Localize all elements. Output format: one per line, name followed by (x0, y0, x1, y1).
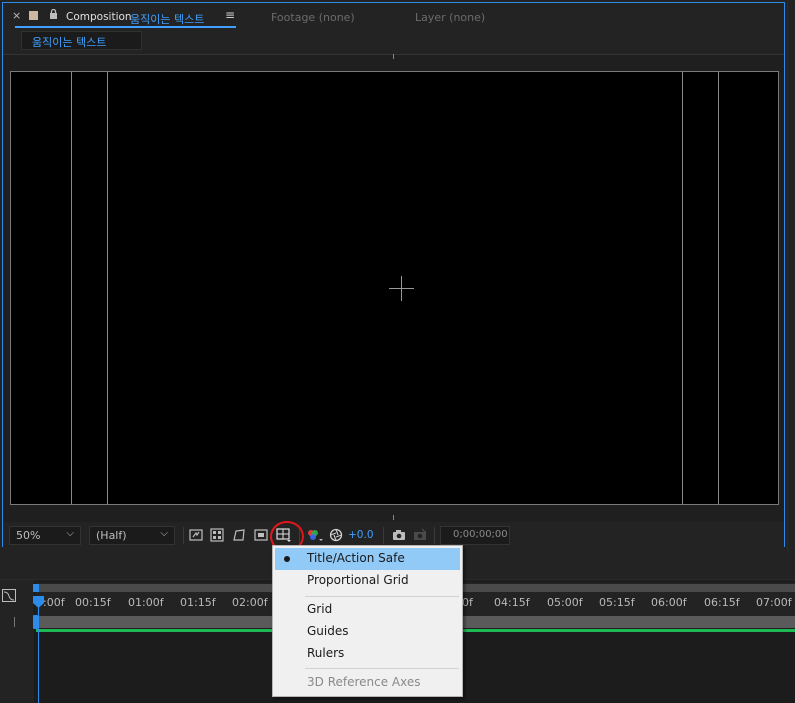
menu-item-3d-reference-axes: 3D Reference Axes (275, 672, 460, 694)
center-mark-top (393, 54, 394, 59)
time-tick-label: 06:15f (704, 596, 740, 609)
magnification-value: 50% (16, 529, 41, 542)
selected-bullet-icon (284, 556, 290, 562)
magnification-dropdown[interactable]: 50% ⌵ (9, 526, 81, 545)
menu-separator (305, 596, 459, 597)
time-tick-label: 01:00f (128, 596, 164, 609)
current-time-display[interactable]: 0;00;00;00 (440, 526, 510, 545)
toolbar-divider (183, 527, 184, 544)
close-tab-icon[interactable]: × (12, 9, 21, 22)
chevron-down-icon: ⌵ (66, 528, 74, 539)
time-tick-label: 06:00f (651, 596, 687, 609)
timeline-left-marker (14, 617, 15, 627)
menu-item-title-action-safe[interactable]: Title/Action Safe (275, 548, 460, 570)
tab-layer[interactable]: Layer (none) (415, 11, 485, 24)
menu-item-label: Proportional Grid (307, 573, 409, 587)
title-safe-line-right-inner (682, 72, 683, 504)
time-tick-label: 05:15f (599, 596, 635, 609)
menu-item-guides[interactable]: Guides (275, 621, 460, 643)
snapshot-icon[interactable] (392, 528, 406, 542)
playhead-handle[interactable] (33, 596, 44, 608)
tab-footage[interactable]: Footage (none) (271, 11, 355, 24)
toolbar-divider (383, 527, 384, 544)
time-tick-label: 02:00f (232, 596, 268, 609)
breadcrumb-label: 움직이는 텍스트 (32, 36, 107, 49)
composition-panel: × Composition 움직이는 텍스트 ≡ Footage (none) … (2, 2, 785, 547)
menu-item-label: Title/Action Safe (307, 551, 405, 565)
menu-item-label: 3D Reference Axes (307, 675, 421, 689)
time-tick-label: 00:15f (75, 596, 111, 609)
graph-editor-icon[interactable] (2, 589, 16, 602)
transparency-grid-icon[interactable] (210, 528, 224, 542)
show-snapshot-icon[interactable] (413, 528, 427, 542)
time-tick-label: 04:15f (494, 596, 530, 609)
menu-separator (305, 668, 459, 669)
panel-tab-bar: × Composition 움직이는 텍스트 ≡ Footage (none) … (3, 3, 784, 31)
current-time-value: 0;00;00;00 (453, 529, 508, 540)
composition-tab-name[interactable]: 움직이는 텍스트 (130, 11, 204, 27)
region-of-interest-icon[interactable] (254, 528, 268, 542)
work-area-start-marker[interactable] (33, 584, 39, 592)
always-preview-icon[interactable] (189, 528, 203, 542)
time-tick-label: 05:00f (547, 596, 583, 609)
comp-breadcrumb[interactable]: 움직이는 텍스트 (21, 31, 142, 50)
center-crosshair-vertical (401, 276, 402, 301)
center-mark-bottom (393, 515, 394, 520)
reset-exposure-icon[interactable] (329, 528, 343, 542)
menu-item-grid[interactable]: Grid (275, 599, 460, 621)
panel-menu-icon[interactable]: ≡ (225, 8, 235, 22)
time-tick-label: 07:00f (756, 596, 792, 609)
resolution-dropdown[interactable]: (Half) ⌵ (89, 526, 175, 545)
toolbar-divider (434, 527, 435, 544)
title-safe-line-right-outer (718, 72, 719, 504)
title-safe-line-left-outer (71, 72, 72, 504)
adjacent-panel-edge (787, 0, 795, 552)
color-channels-icon[interactable] (306, 528, 324, 542)
exposure-value[interactable]: +0.0 (348, 529, 374, 541)
time-tick-label: 0f (462, 596, 473, 609)
composition-tab-label[interactable]: Composition (66, 11, 132, 23)
time-tick-label: 01:15f (180, 596, 216, 609)
chevron-down-icon: ⌵ (160, 528, 168, 539)
menu-item-rulers[interactable]: Rulers (275, 643, 460, 665)
title-safe-line-left-inner (107, 72, 108, 504)
menu-item-label: Guides (307, 624, 349, 638)
playhead-line (38, 600, 39, 703)
mask-path-icon[interactable] (232, 528, 246, 542)
menu-item-label: Grid (307, 602, 333, 616)
menu-item-label: Rulers (307, 646, 345, 660)
lock-icon[interactable] (49, 9, 58, 19)
composition-canvas[interactable] (10, 71, 779, 505)
active-tab-underline (15, 26, 236, 28)
composition-color-icon (29, 11, 38, 20)
viewer-toolbar: 50% ⌵ (Half) ⌵ +0.0 0;00;00;00 (3, 523, 784, 547)
grid-guide-options-menu: Title/Action Safe Proportional Grid Grid… (272, 545, 463, 697)
resolution-value: (Half) (96, 529, 127, 542)
menu-item-proportional-grid[interactable]: Proportional Grid (275, 570, 460, 592)
